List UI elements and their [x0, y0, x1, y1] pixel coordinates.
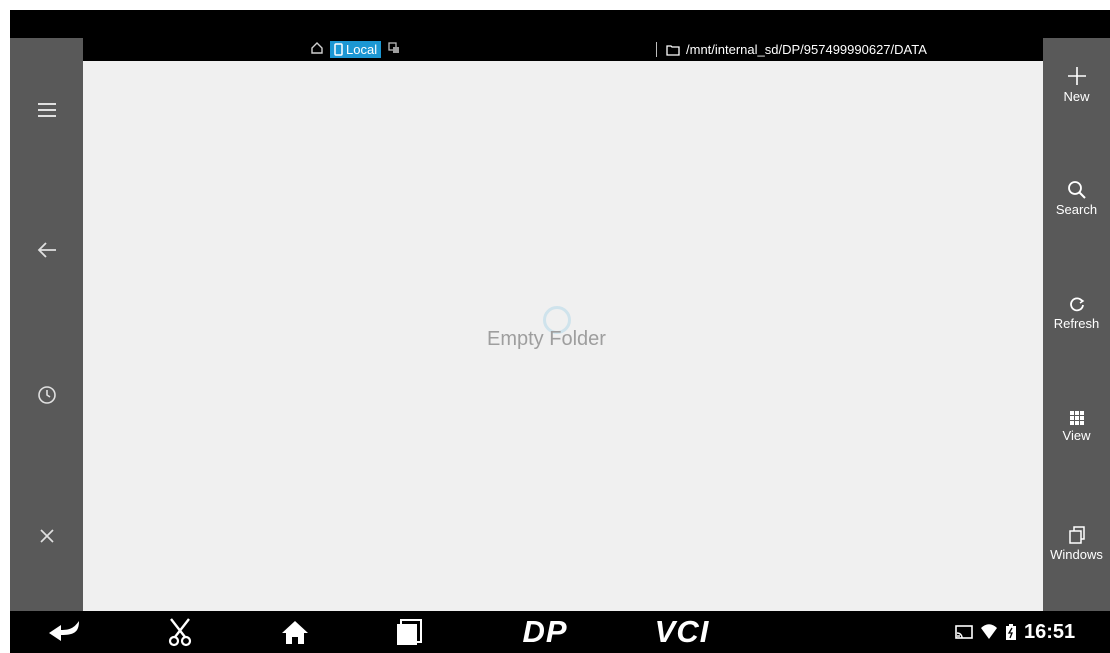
folder-icon: [666, 44, 680, 56]
menu-icon: [37, 103, 56, 117]
storage-selector: Local: [310, 40, 401, 59]
scissors-icon: [168, 618, 192, 647]
history-button[interactable]: [10, 370, 83, 420]
windows-icon: [1068, 526, 1085, 544]
search-icon: [1067, 181, 1086, 199]
windows-button[interactable]: Windows: [1043, 525, 1110, 562]
search-label: Search: [1055, 202, 1098, 217]
grid-view-icon: [1069, 411, 1084, 425]
home-icon-filled: [282, 621, 308, 644]
vci-app-button[interactable]: VCI: [642, 611, 722, 653]
vci-brand: VCI: [654, 614, 710, 649]
home-nav-button[interactable]: [275, 611, 315, 653]
local-storage-tab[interactable]: Local: [330, 41, 382, 58]
dp-app-button[interactable]: DP: [505, 611, 585, 653]
cast-icon: [955, 625, 973, 639]
empty-folder-message: Empty Folder: [487, 328, 606, 350]
breadcrumb[interactable]: /mnt/internal_sd/DP/957499990627/DATA: [666, 40, 927, 59]
current-path: /mnt/internal_sd/DP/957499990627/DATA: [686, 42, 927, 57]
top-status-strip: [10, 10, 1110, 38]
location-bar: Local /mnt/internal_sd/DP/957499990627/D…: [83, 38, 1043, 61]
view-label: View: [1062, 428, 1091, 443]
local-storage-label: Local: [346, 42, 378, 57]
back-button[interactable]: [10, 225, 83, 275]
system-nav-bar: DP VCI 16:51: [10, 611, 1110, 653]
close-button[interactable]: [10, 511, 83, 561]
status-area: 16:51: [955, 611, 1075, 653]
clock: 16:51: [1024, 620, 1076, 643]
plus-icon: [1067, 67, 1086, 85]
battery-icon: [1006, 624, 1016, 640]
right-toolbar: New Search Refresh View Windows: [1043, 38, 1110, 611]
new-button[interactable]: New: [1043, 65, 1110, 104]
close-icon: [39, 529, 54, 543]
back-nav-button[interactable]: [40, 611, 90, 653]
return-arrow-icon: [49, 621, 79, 641]
menu-button[interactable]: [10, 85, 83, 135]
search-button[interactable]: Search: [1043, 180, 1110, 217]
home-icon[interactable]: [310, 41, 324, 58]
dp-brand: DP: [522, 614, 568, 649]
phone-icon: [334, 43, 343, 56]
view-button[interactable]: View: [1043, 410, 1110, 443]
file-list-area[interactable]: Empty Folder: [83, 61, 1043, 611]
windows-label: Windows: [1050, 547, 1103, 562]
recent-apps-icon: [397, 619, 422, 645]
refresh-icon: [1069, 297, 1084, 312]
refresh-label: Refresh: [1053, 316, 1100, 331]
new-label: New: [1063, 89, 1090, 104]
network-storage-icon[interactable]: [387, 41, 401, 58]
screenshot-cut-button[interactable]: [160, 611, 200, 653]
history-clock-icon: [37, 386, 56, 404]
location-divider: [656, 42, 657, 57]
back-arrow-icon: [37, 242, 56, 258]
wifi-icon: [981, 624, 997, 639]
refresh-button[interactable]: Refresh: [1043, 296, 1110, 331]
recents-nav-button[interactable]: [388, 611, 428, 653]
left-toolbar: [10, 38, 83, 611]
